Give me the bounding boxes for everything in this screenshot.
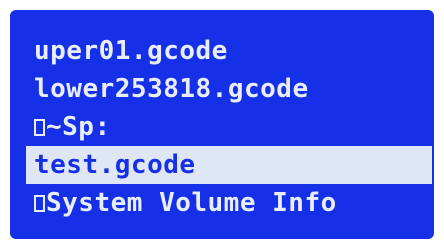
file-name: lower253818.gcode bbox=[34, 74, 309, 104]
list-item-file[interactable]: uper01.gcode bbox=[34, 32, 434, 70]
list-item-file[interactable]: lower253818.gcode bbox=[34, 70, 434, 108]
folder-name: ~Sp: bbox=[46, 112, 111, 142]
list-item-folder[interactable]: System Volume Info bbox=[34, 184, 434, 222]
sd-card-file-list: uper01.gcode lower253818.gcode ~Sp: test… bbox=[26, 32, 434, 222]
file-name: test.gcode bbox=[34, 150, 196, 180]
folder-icon bbox=[34, 119, 45, 136]
folder-icon bbox=[34, 195, 45, 212]
lcd-screen: uper01.gcode lower253818.gcode ~Sp: test… bbox=[10, 10, 434, 239]
display-bezel: uper01.gcode lower253818.gcode ~Sp: test… bbox=[0, 0, 444, 251]
list-item-folder[interactable]: ~Sp: bbox=[34, 108, 434, 146]
list-item-file-selected[interactable]: test.gcode bbox=[26, 146, 432, 184]
file-name: uper01.gcode bbox=[34, 36, 228, 66]
folder-name: System Volume Info bbox=[46, 188, 337, 218]
